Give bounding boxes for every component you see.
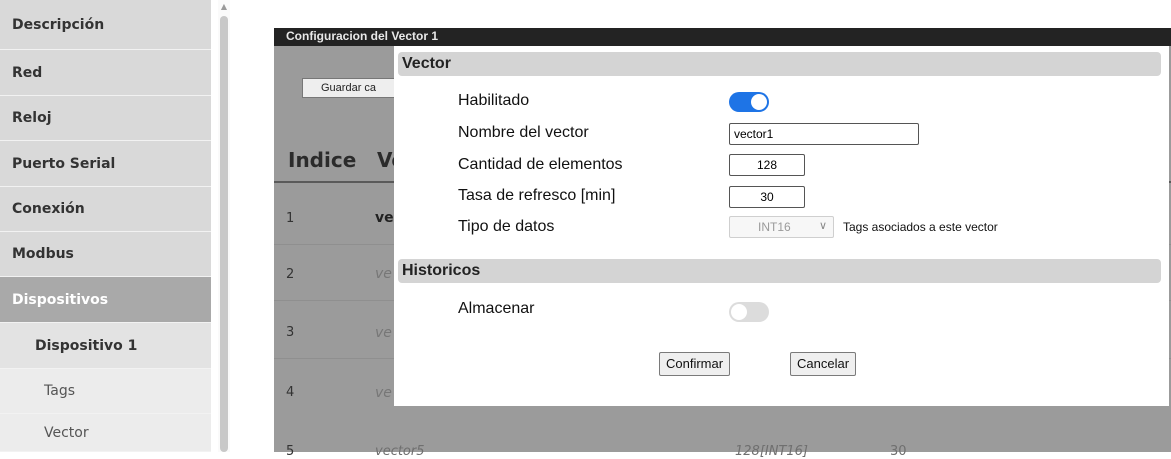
sidebar-item-vector[interactable]: Vector [0,414,211,452]
scroll-up-arrow-icon[interactable]: ▲ [219,2,229,12]
sidebar-item-dispositivo-1[interactable]: Dispositivo 1 [0,323,211,369]
element-count-input[interactable]: 128 [729,154,805,176]
confirm-button[interactable]: Confirmar [659,352,731,376]
sidebar-item-label: Puerto Serial [12,155,116,172]
table-row-index: 2 [286,267,295,282]
toggle-knob [731,304,747,320]
sidebar-item-label: Conexión [12,201,85,217]
table-row-index: 4 [286,385,295,400]
section-header-historicos: Historicos [398,259,1161,283]
refresh-rate-label: Tasa de refresco [min] [458,187,616,204]
enabled-toggle[interactable] [729,92,769,112]
sidebar-item-label: Dispositivos [12,291,109,308]
element-count-label: Cantidad de elementos [458,156,623,173]
vector-name-label: Nombre del vector [458,124,589,141]
dialog-title: Configuracion del Vector 1 [286,29,439,43]
sidebar-item-tags[interactable]: Tags [0,369,211,414]
sidebar-item-label: Tags [44,383,75,399]
sidebar-item-label: Reloj [12,110,52,126]
sidebar-item-label: Vector [44,424,89,441]
sidebar-item-conexion[interactable]: Conexión [0,187,211,232]
chevron-down-icon: ∨ [818,220,827,232]
toggle-knob [751,94,767,110]
refresh-rate-input[interactable]: 30 [729,186,805,208]
scrollbar-thumb[interactable] [220,16,228,452]
sidebar-item-reloj[interactable]: Reloj [0,96,211,141]
data-type-select[interactable]: INT16 ∨ [729,216,834,238]
sidebar-item-descripcion[interactable]: Descripción [0,0,211,50]
column-header-index: Indice [288,148,357,172]
data-type-value: INT16 [758,220,791,234]
sidebar-item-label: Descripción [12,16,105,33]
section-header-vector: Vector [398,52,1161,76]
data-type-label: Tipo de datos [458,218,555,235]
sidebar-item-puerto-serial[interactable]: Puerto Serial [0,141,211,187]
store-toggle[interactable] [729,302,769,322]
sidebar-item-red[interactable]: Red [0,50,211,96]
save-changes-button[interactable]: Guardar ca [302,78,402,98]
store-label: Almacenar [458,300,535,317]
table-row-index: 1 [286,211,295,226]
vector-name-input[interactable]: vector1 [729,123,919,145]
cancel-button[interactable]: Cancelar [790,352,857,376]
scrollbar[interactable]: ▲ [218,0,230,452]
table-row-index: 3 [286,325,295,340]
sidebar-item-modbus[interactable]: Modbus [0,232,211,277]
enabled-label: Habilitado [458,92,530,109]
sidebar-item-label: Dispositivo 1 [35,337,138,354]
sidebar: Descripción Red Reloj Puerto Serial Cone… [0,0,211,452]
sidebar-item-dispositivos[interactable]: Dispositivos [0,277,211,323]
sidebar-item-label: Modbus [12,246,74,262]
tags-associated-note: Tags asociados a este vector [843,220,998,234]
sidebar-item-label: Red [12,64,43,81]
